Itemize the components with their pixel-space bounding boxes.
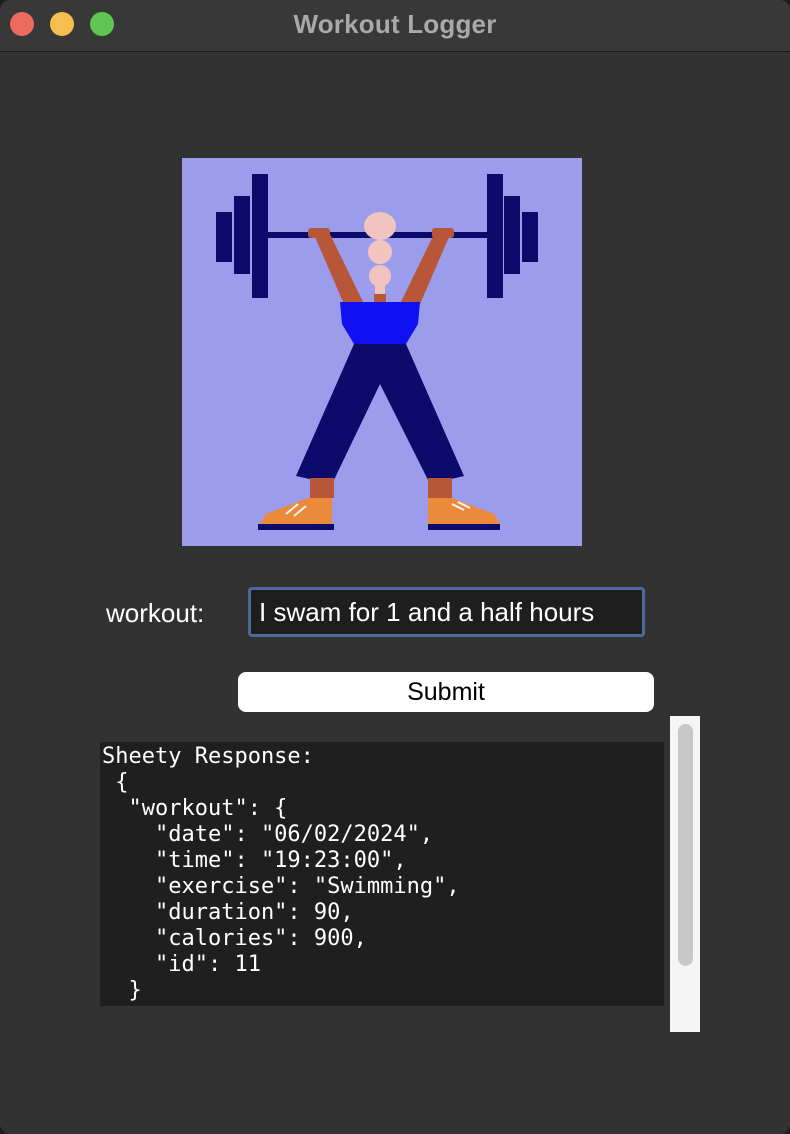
response-line: "exercise": "Swimming", (102, 874, 460, 899)
title-bar: Workout Logger (0, 0, 790, 52)
app-window: Workout Logger workout: I swam for 1 and… (0, 0, 790, 1134)
response-line: "time": "19:23:00", (102, 848, 407, 873)
response-line: "id": 11 (102, 952, 261, 977)
workout-input[interactable] (248, 587, 645, 637)
response-text-area[interactable]: Sheety Response: { "workout": { "date": … (100, 742, 664, 1006)
response-scrollbar[interactable] (670, 716, 700, 1032)
scrollbar-thumb[interactable] (678, 724, 693, 966)
weightlifter-icon (182, 158, 582, 546)
response-line: "calories": 900, (102, 926, 367, 951)
submit-button[interactable]: Submit (238, 672, 654, 712)
response-line: { (102, 770, 129, 795)
response-line: "duration": 90, (102, 900, 354, 925)
workout-label: workout: (106, 598, 205, 628)
response-line: Sheety Response: (102, 744, 314, 769)
response-line: "workout": { (102, 796, 288, 821)
response-line: "date": "06/02/2024", (102, 822, 434, 847)
window-title: Workout Logger (293, 9, 497, 39)
response-line: } (102, 978, 142, 1003)
